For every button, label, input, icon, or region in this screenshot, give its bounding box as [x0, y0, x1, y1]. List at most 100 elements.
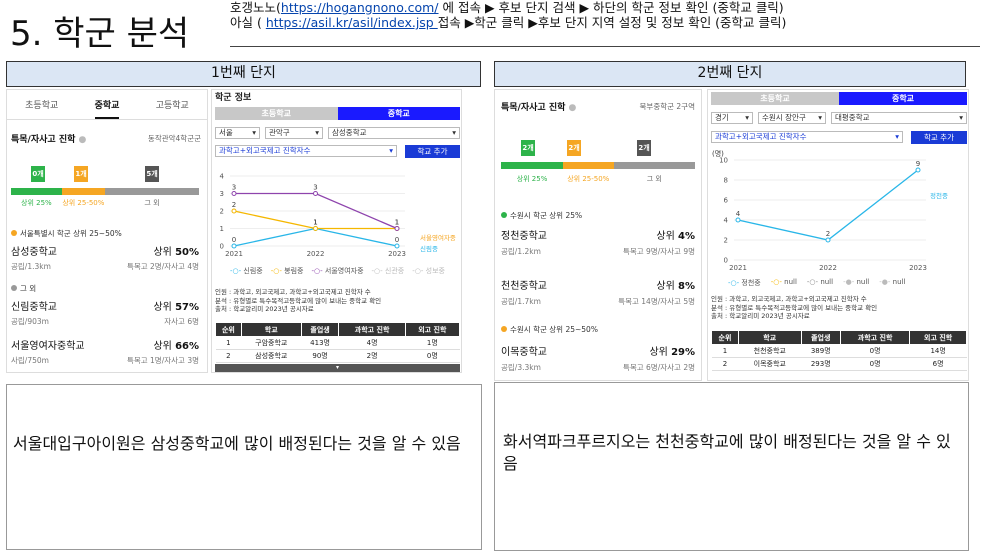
- x-tick-label: 2022: [819, 264, 837, 272]
- page-title: 5. 학군 분석: [10, 14, 190, 54]
- hogangnono-link[interactable]: https://hogangnono.com/: [281, 0, 439, 15]
- data-point[interactable]: [231, 208, 237, 214]
- school-item[interactable]: 천천중학교 상위 8% 공립/1.7km 특목고 14명/자사고 5명: [501, 277, 695, 307]
- y-tick-label: 2: [220, 208, 224, 216]
- data-point[interactable]: [231, 243, 237, 249]
- school-level-tabs: 초등학교 중학교 고등학교: [7, 90, 207, 120]
- y-tick-label: 0: [724, 257, 728, 265]
- select-value: 과학고+외고국제고 진학자수: [715, 132, 807, 141]
- select-value: 수원시 장안구: [762, 113, 806, 122]
- group-label: 서울특별시 학군 상위 25~50%: [11, 228, 122, 239]
- cell: 1명: [405, 336, 460, 350]
- cell: 90명: [301, 349, 339, 363]
- y-tick-label: 2: [724, 237, 728, 245]
- legend-label: null: [856, 278, 870, 286]
- school-rank: 상위 50%: [153, 243, 199, 258]
- panel1-heading: 1번째 단지: [6, 61, 481, 87]
- district-select[interactable]: 관악구 ▾: [265, 127, 323, 139]
- school-select[interactable]: 대평중학교 ▾: [831, 112, 967, 124]
- school-item[interactable]: 이목중학교 상위 29% 공립/3.3km 특목고 6명/자사고 2명: [501, 343, 695, 373]
- cell: 천천중학교: [738, 344, 802, 358]
- legend-marker-icon: -○-: [230, 267, 242, 275]
- y-tick-label: 4: [724, 217, 729, 225]
- select-value: 대평중학교: [835, 113, 870, 122]
- tab-elementary[interactable]: 초등학교: [25, 98, 58, 111]
- panel1-conclusion-box: 서울대입구아이원은 삼성중학교에 많이 배정된다는 것을 알 수 있음: [6, 384, 482, 550]
- table-row[interactable]: 1 천천중학교 389명 0명 14명: [711, 344, 967, 358]
- region-selectors: 경기 ▾ 수원시 장안구 ▾ 대평중학교 ▾: [711, 112, 967, 124]
- asil-link[interactable]: https://asil.kr/asil/index.jsp: [266, 15, 438, 30]
- data-point[interactable]: [231, 191, 237, 196]
- legend-label: null: [820, 278, 834, 286]
- legend-item[interactable]: -○- null: [771, 278, 797, 288]
- legend-item[interactable]: -●- null: [879, 278, 905, 288]
- x-tick-label: 2021: [225, 250, 243, 258]
- orange-dot-icon: [11, 230, 17, 236]
- info-icon[interactable]: ●: [79, 135, 87, 145]
- y-tick-label: 0: [220, 243, 224, 251]
- toggle-middle[interactable]: 중학교: [337, 107, 460, 120]
- school-item[interactable]: 서울영여자중학교 상위 66% 사립/750m 특목고 1명/자사고 3명: [11, 337, 199, 366]
- metric-row: 과학고+외고국제고 진학자수 ▾ 학교 추가: [215, 145, 460, 158]
- table-row[interactable]: 2 삼성중학교 90명 2명 0명: [215, 349, 460, 363]
- tab-high[interactable]: 고등학교: [156, 98, 189, 111]
- toggle-elementary[interactable]: 초등학교: [711, 92, 839, 105]
- flag-top50: 1개: [74, 166, 88, 182]
- region-select[interactable]: 서울 ▾: [215, 127, 260, 139]
- legend-other: 그 외: [144, 199, 160, 207]
- select-value: 경기: [715, 113, 729, 122]
- data-label: 1: [395, 219, 399, 227]
- data-point[interactable]: [394, 243, 400, 249]
- data-point[interactable]: [313, 191, 318, 196]
- school-level-toggle: 초등학교 중학교: [711, 92, 967, 105]
- school-name: 신림중학교: [11, 302, 57, 313]
- chevron-down-icon: ▾: [335, 364, 339, 371]
- legend-item[interactable]: -●- null: [843, 278, 869, 288]
- instruction-text: 호갱노노(: [230, 0, 281, 15]
- legend-label: 신관중: [384, 267, 405, 275]
- region-select[interactable]: 경기 ▾: [711, 112, 753, 124]
- legend-top50: 상위 25-50%: [567, 175, 610, 183]
- table-row[interactable]: 2 이목중학교 293명 0명 6명: [711, 357, 967, 371]
- info-icon[interactable]: ●: [569, 103, 577, 113]
- toggle-middle[interactable]: 중학교: [839, 92, 967, 105]
- add-school-button[interactable]: 학교 추가: [405, 145, 460, 158]
- metric-select[interactable]: 과학고+외고국제고 진학자수 ▾: [215, 145, 397, 157]
- table-row[interactable]: 1 구암중학교 413명 4명 1명: [215, 336, 460, 350]
- legend-item[interactable]: -○- 신림중: [230, 266, 263, 276]
- cell: 이목중학교: [738, 357, 802, 371]
- col-rank: 순위: [711, 330, 739, 345]
- legend-item[interactable]: -○- null: [807, 278, 833, 288]
- school-name: 삼성중학교: [11, 247, 57, 258]
- gray-dot-icon: [11, 285, 17, 291]
- legend-item[interactable]: -○- 정천중: [728, 278, 761, 288]
- legend-item[interactable]: -○- 성보중: [412, 266, 445, 276]
- school-item[interactable]: 신림중학교 상위 57% 공립/903m 자사고 6명: [11, 298, 199, 327]
- panel2-heading: 2번째 단지: [494, 61, 966, 87]
- data-label: 3: [232, 184, 236, 192]
- add-school-button[interactable]: 학교 추가: [911, 131, 967, 144]
- rank-prefix: 상위: [153, 302, 176, 313]
- x-tick-label: 2021: [729, 264, 747, 272]
- toggle-elementary[interactable]: 초등학교: [215, 107, 338, 120]
- panel2-conclusion: 화서역파크푸르지오는 천천중학교에 많이 배정된다는 것을 알 수 있음: [503, 432, 951, 473]
- district-select[interactable]: 수원시 장안구 ▾: [758, 112, 826, 124]
- data-point[interactable]: [313, 226, 318, 231]
- legend-marker-icon: -○-: [371, 267, 383, 275]
- data-point[interactable]: [394, 226, 400, 231]
- chart2-legend: -○- 정천중 -○- null -○- null -●- null -●- n…: [728, 278, 968, 288]
- data-point[interactable]: [825, 237, 831, 243]
- data-point[interactable]: [735, 217, 741, 223]
- rank-value: 57%: [175, 302, 199, 313]
- select-value: 서울: [219, 128, 233, 137]
- school-select[interactable]: 삼성중학교 ▾: [328, 127, 460, 139]
- expand-table-button[interactable]: ▾: [215, 364, 460, 372]
- school-item[interactable]: 정천중학교 상위 4% 공립/1.2km 특목고 9명/자사고 9명: [501, 227, 695, 257]
- tab-middle[interactable]: 중학교: [94, 90, 120, 119]
- metric-select[interactable]: 과학고+외고국제고 진학자수 ▾: [711, 131, 903, 143]
- school-item[interactable]: 삼성중학교 상위 50% 공립/1.3km 특목고 2명/자사고 4명: [11, 243, 199, 272]
- legend-item[interactable]: -○- 봉림중: [271, 266, 304, 276]
- data-point[interactable]: [915, 167, 921, 173]
- legend-item[interactable]: -○- 신관중: [372, 266, 405, 276]
- legend-item[interactable]: -○- 서울영여자중: [311, 266, 363, 276]
